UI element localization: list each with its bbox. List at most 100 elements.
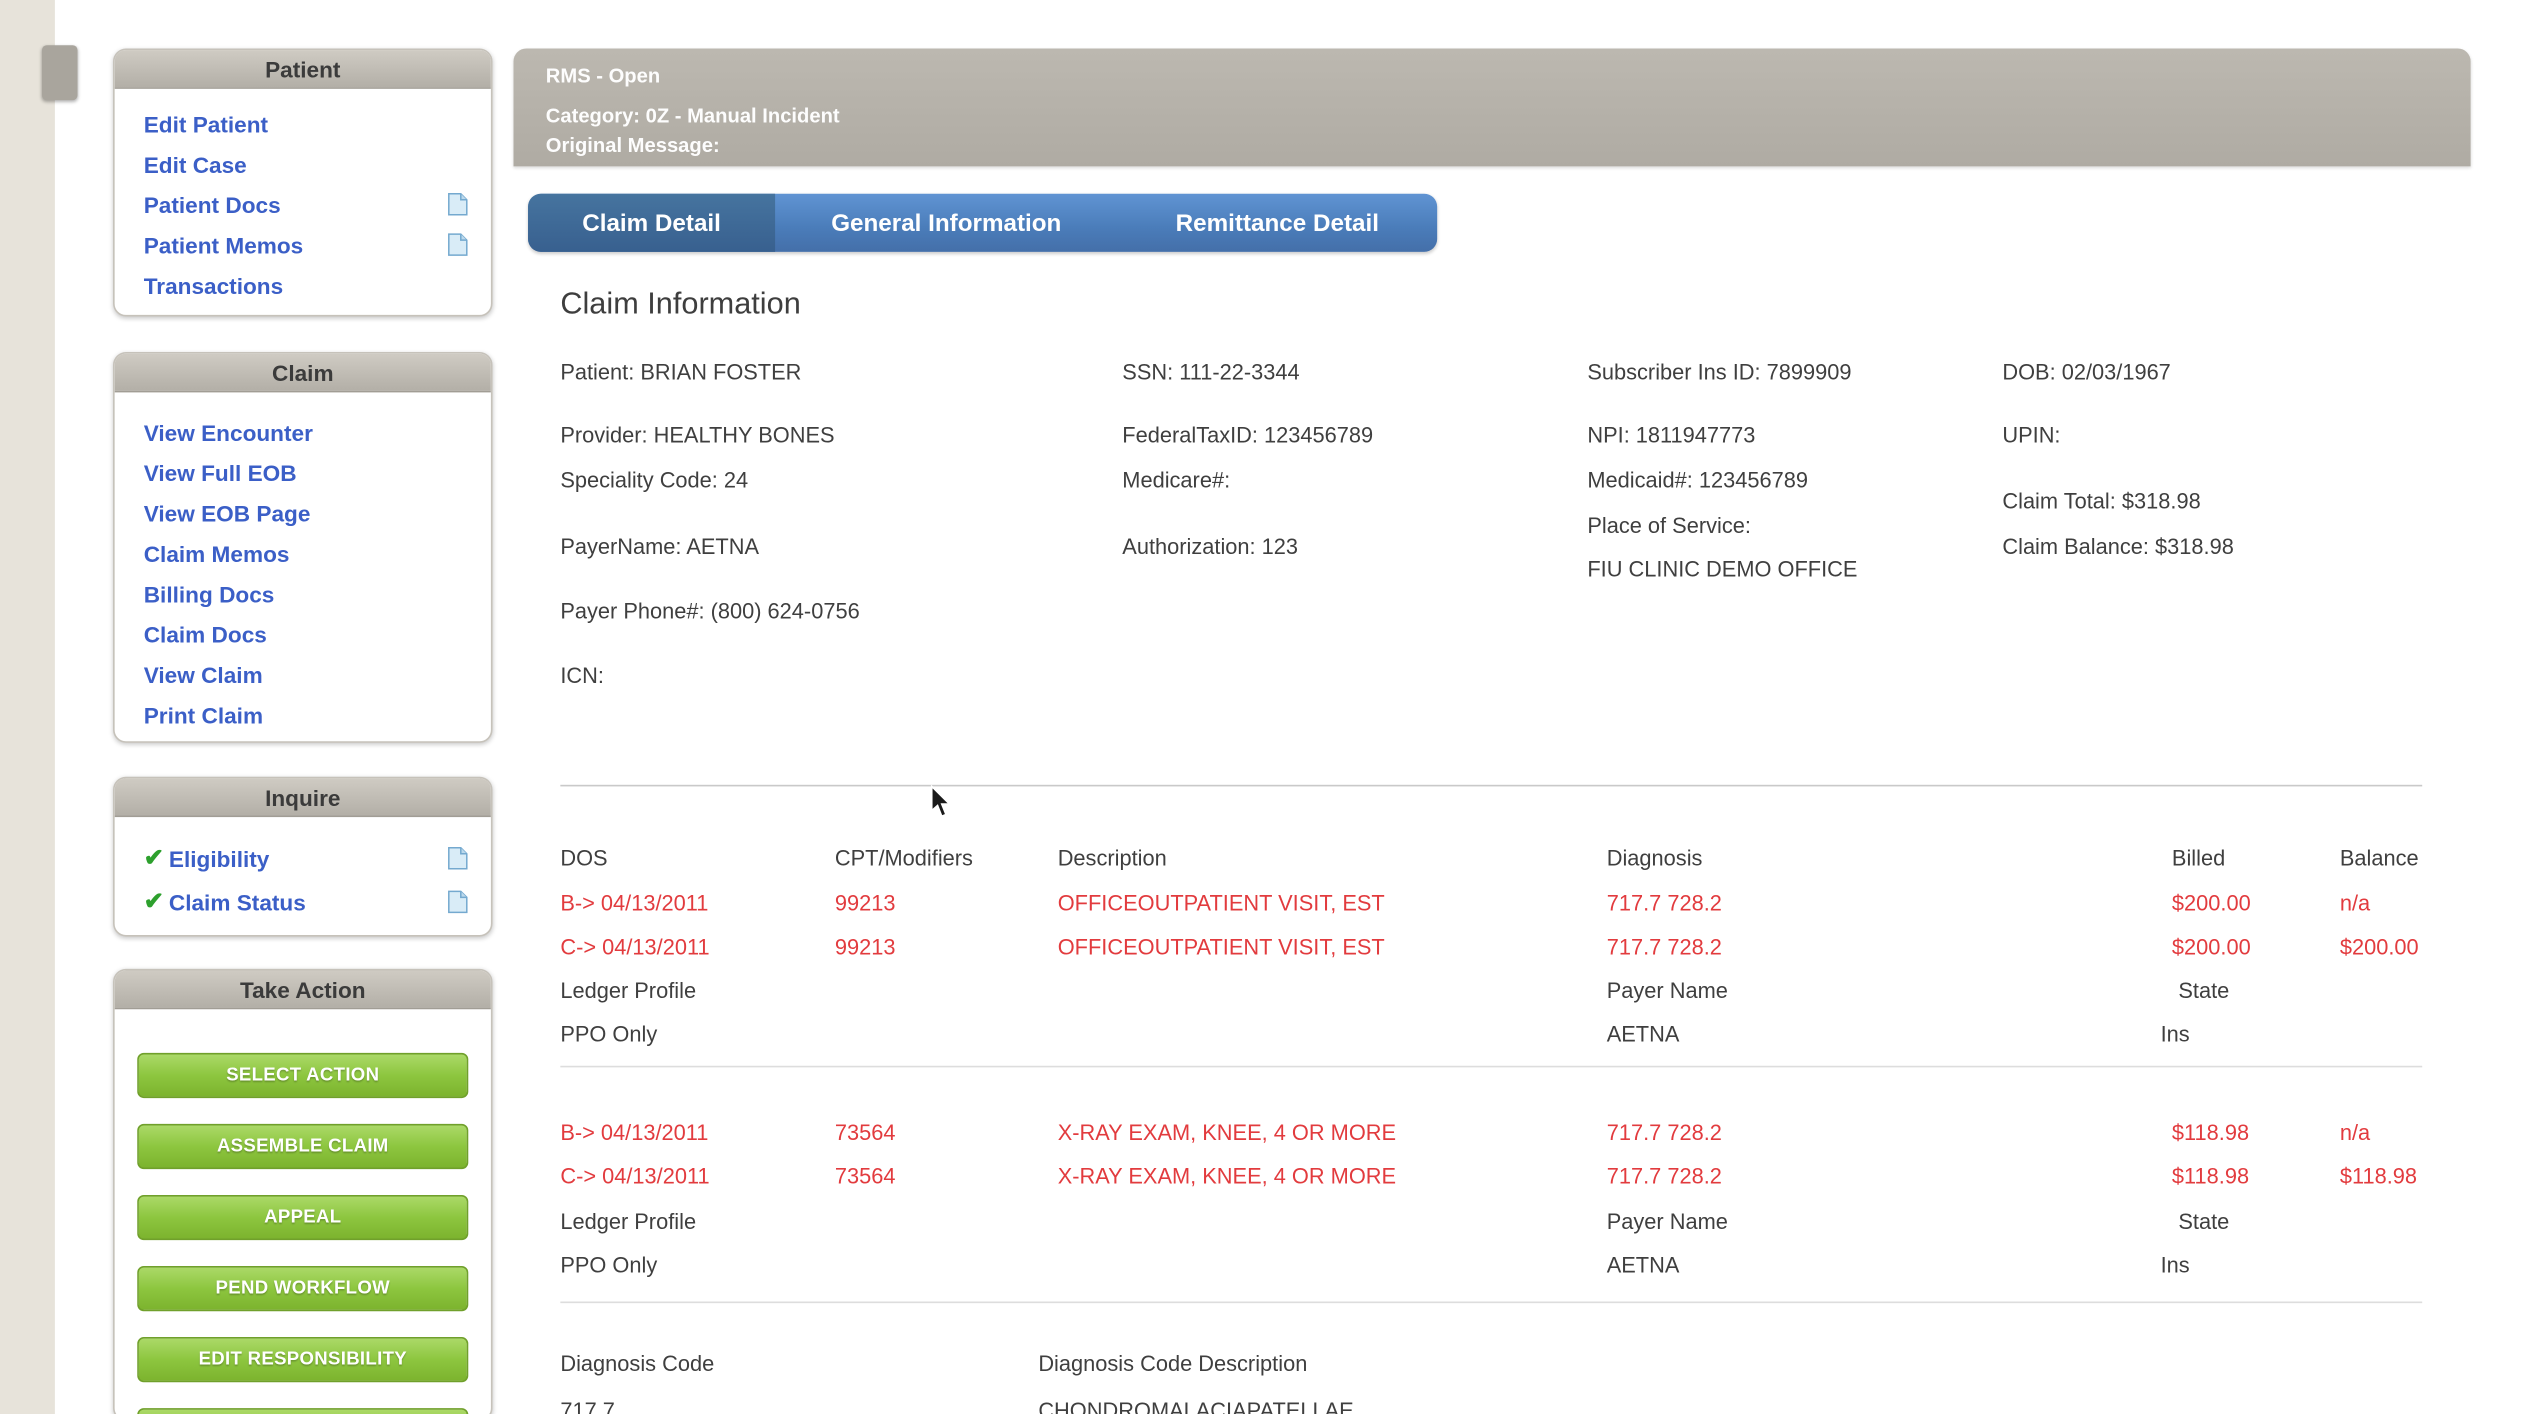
panel-take-action: Take Action SELECT ACTION ASSEMBLE CLAIM…	[113, 969, 492, 1414]
service-line-row[interactable]: C-> 04/13/2011 99213 OFFICEOUTPATIENT VI…	[514, 933, 2471, 962]
group-divider	[560, 1302, 2422, 1304]
assemble-claim-button[interactable]: ASSEMBLE CLAIM	[137, 1124, 468, 1169]
document-icon[interactable]	[447, 192, 468, 216]
edit-responsibility-button[interactable]: EDIT RESPONSIBILITY	[137, 1337, 468, 1382]
field-provider: Provider: HEALTHY BONES	[560, 421, 834, 450]
field-medicare: Medicare#:	[1122, 467, 1230, 496]
service-sublabel-row: Ledger Profile Payer Name State	[514, 977, 2471, 1006]
main-content: RMS - Open Category: 0Z - Manual Inciden…	[514, 0, 2471, 1414]
service-cpt: 73564	[835, 1163, 896, 1192]
service-table-header-row: DOS CPT/Modifiers Description Diagnosis …	[514, 845, 2471, 874]
check-icon: ✔	[144, 846, 164, 870]
tab-claim-detail[interactable]: Claim Detail	[528, 194, 775, 252]
appeal-button[interactable]: APPEAL	[137, 1195, 468, 1240]
service-description: OFFICEOUTPATIENT VISIT, EST	[1058, 933, 1385, 962]
service-line-row[interactable]: B-> 04/13/2011 99213 OFFICEOUTPATIENT VI…	[514, 890, 2471, 919]
service-description: X-RAY EXAM, KNEE, 4 OR MORE	[1058, 1163, 1396, 1192]
tab-bar: Claim Detail General Information Remitta…	[528, 194, 1437, 252]
sidebar-item-view-eob-page[interactable]: View EOB Page	[144, 500, 311, 526]
sidebar-item-edit-patient[interactable]: Edit Patient	[144, 111, 268, 137]
sidebar-item-transactions[interactable]: Transactions	[144, 272, 283, 298]
sidebar-item-claim-docs[interactable]: Claim Docs	[144, 621, 267, 647]
sidebar-item-print-claim[interactable]: Print Claim	[144, 702, 263, 728]
service-line-row[interactable]: B-> 04/13/2011 73564 X-RAY EXAM, KNEE, 4…	[514, 1119, 2471, 1148]
service-diagnosis: 717.7 728.2	[1607, 890, 1722, 919]
col-header-description: Description	[1058, 845, 1167, 874]
field-place-of-service-label: Place of Service:	[1587, 512, 1751, 541]
sidebar-item-edit-case[interactable]: Edit Case	[144, 151, 247, 177]
sidebar-item-view-full-eob[interactable]: View Full EOB	[144, 459, 297, 485]
left-margin-strip	[0, 0, 55, 1414]
sidebar-item-view-claim[interactable]: View Claim	[144, 661, 263, 687]
field-dob: DOB: 02/03/1967	[2002, 358, 2170, 387]
col-header-diagnosis: Diagnosis	[1607, 845, 1703, 874]
field-upin: UPIN:	[2002, 421, 2060, 450]
diagnosis-description-label: Diagnosis Code Description	[1038, 1350, 1307, 1379]
tab-label: General Information	[831, 209, 1061, 236]
document-icon[interactable]	[447, 846, 468, 870]
service-balance: $118.98	[2340, 1163, 2417, 1192]
action-button-partial[interactable]	[137, 1408, 468, 1414]
panel-take-action-header: Take Action	[115, 970, 491, 1009]
service-balance: n/a	[2340, 890, 2370, 919]
field-payer-name: PayerName: AETNA	[560, 533, 759, 562]
check-icon: ✔	[144, 890, 164, 914]
col-header-dos: DOS	[560, 845, 607, 874]
document-icon[interactable]	[447, 890, 468, 914]
diagnosis-header-row: Diagnosis Code Diagnosis Code Descriptio…	[514, 1350, 2471, 1379]
tab-label: Remittance Detail	[1176, 209, 1379, 236]
service-sublabel-row: Ledger Profile Payer Name State	[514, 1208, 2471, 1237]
field-claim-balance: Claim Balance: $318.98	[2002, 533, 2233, 562]
sidebar-item-eligibility[interactable]: Eligibility	[169, 845, 269, 871]
app-window: Patient Edit Patient Edit Case Patient D…	[0, 0, 2532, 1414]
panel-claim: Claim View Encounter View Full EOB View …	[113, 352, 492, 743]
service-dos: B-> 04/13/2011	[560, 1119, 708, 1148]
service-dos: C-> 04/13/2011	[560, 933, 709, 962]
col-header-billed: Billed	[2172, 845, 2225, 874]
document-icon[interactable]	[447, 233, 468, 257]
sidebar-item-patient-memos[interactable]: Patient Memos	[144, 232, 304, 258]
service-line-row[interactable]: C-> 04/13/2011 73564 X-RAY EXAM, KNEE, 4…	[514, 1163, 2471, 1192]
state-value: Ins	[2161, 1021, 2190, 1050]
sidebar-item-patient-docs[interactable]: Patient Docs	[144, 191, 281, 217]
panel-patient-header: Patient	[115, 50, 491, 89]
tab-general-information[interactable]: General Information	[775, 194, 1117, 252]
service-billed: $118.98	[2172, 1119, 2249, 1148]
field-place-of-service-value: FIU CLINIC DEMO OFFICE	[1587, 555, 1857, 584]
window-control-fragment	[42, 45, 78, 100]
ledger-profile-value: PPO Only	[560, 1251, 657, 1280]
field-federal-tax-id: FederalTaxID: 123456789	[1122, 421, 1373, 450]
service-billed: $118.98	[2172, 1163, 2249, 1192]
panel-claim-header: Claim	[115, 354, 491, 393]
service-subvalue-row: PPO Only AETNA Ins	[514, 1251, 2471, 1280]
service-billed: $200.00	[2172, 890, 2251, 919]
tab-label: Claim Detail	[582, 209, 721, 236]
group-divider	[560, 1066, 2422, 1068]
diagnosis-description-value: CHONDROMALACIAPATELLAE	[1038, 1397, 1353, 1414]
service-balance: n/a	[2340, 1119, 2370, 1148]
sidebar-item-billing-docs[interactable]: Billing Docs	[144, 581, 275, 607]
field-speciality-code: Speciality Code: 24	[560, 467, 748, 496]
field-subscriber-ins-id: Subscriber Ins ID: 7899909	[1587, 358, 1851, 387]
panel-inquire-header: Inquire	[115, 778, 491, 817]
pend-workflow-button[interactable]: PEND WORKFLOW	[137, 1266, 468, 1311]
service-cpt: 73564	[835, 1119, 896, 1148]
panel-claim-title: Claim	[272, 359, 334, 385]
field-ssn: SSN: 111-22-3344	[1122, 358, 1299, 387]
diagnosis-value-row: 717.7 CHONDROMALACIAPATELLAE	[514, 1397, 2471, 1414]
state-label: State	[2178, 977, 2229, 1006]
select-action-button[interactable]: SELECT ACTION	[137, 1053, 468, 1098]
tab-remittance-detail[interactable]: Remittance Detail	[1117, 194, 1437, 252]
sidebar-item-view-encounter[interactable]: View Encounter	[144, 419, 313, 445]
page-title: Claim Information	[560, 287, 800, 323]
sidebar: Patient Edit Patient Edit Case Patient D…	[113, 0, 492, 1414]
incident-original-message: Original Message:	[546, 131, 2471, 160]
service-dos: C-> 04/13/2011	[560, 1163, 709, 1192]
state-label: State	[2178, 1208, 2229, 1237]
service-diagnosis: 717.7 728.2	[1607, 933, 1722, 962]
payer-name-value: AETNA	[1607, 1021, 1680, 1050]
service-description: X-RAY EXAM, KNEE, 4 OR MORE	[1058, 1119, 1396, 1148]
sidebar-item-claim-status[interactable]: Claim Status	[169, 889, 306, 915]
diagnosis-code-value: 717.7	[560, 1397, 615, 1414]
sidebar-item-claim-memos[interactable]: Claim Memos	[144, 540, 290, 566]
